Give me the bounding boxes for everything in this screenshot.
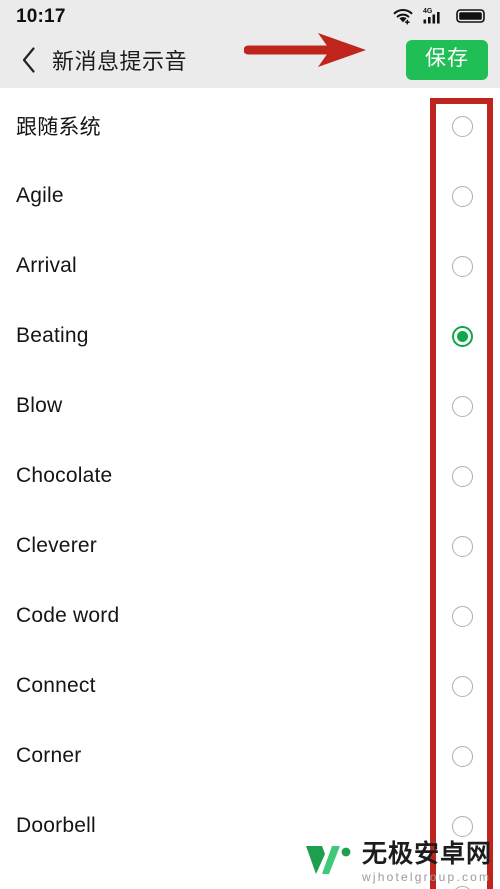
status-time: 10:17 <box>16 5 66 27</box>
radio-button[interactable] <box>452 255 473 277</box>
list-item-label: Chocolate <box>16 464 113 487</box>
list-item-label: Connect <box>16 674 96 697</box>
list-item-label: Cleverer <box>16 534 97 557</box>
radio-button[interactable] <box>452 885 473 889</box>
app-bar: 新消息提示音 保存 <box>0 32 500 88</box>
phone-screen: 10:17 4G 新消息提示音 保存 跟随系统 Agile Arrival Be… <box>0 0 500 889</box>
list-item[interactable]: Connect <box>0 651 500 721</box>
radio-button[interactable] <box>452 465 473 487</box>
chevron-left-icon <box>21 46 37 74</box>
save-button[interactable]: 保存 <box>406 40 488 80</box>
radio-button[interactable] <box>452 535 473 557</box>
list-item-label: 跟随系统 <box>16 116 101 139</box>
radio-button[interactable] <box>452 605 473 627</box>
radio-button[interactable] <box>452 745 473 767</box>
list-item-label: Arrival <box>16 254 77 277</box>
status-bar: 10:17 4G <box>0 0 500 32</box>
ringtone-list[interactable]: 跟随系统 Agile Arrival Beating Blow Chocolate Clev… <box>0 88 500 889</box>
list-item[interactable]: Corner <box>0 721 500 791</box>
list-item-label: Blow <box>16 394 63 417</box>
signal-4g-icon: 4G <box>423 6 447 26</box>
page-title: 新消息提示音 <box>52 49 188 74</box>
wifi-icon <box>392 7 414 25</box>
radio-button[interactable] <box>452 675 473 697</box>
list-item-label: Beating <box>16 324 89 347</box>
radio-button[interactable] <box>452 185 473 207</box>
list-item-label: Doorbell <box>16 814 96 837</box>
radio-button[interactable] <box>452 815 473 837</box>
radio-button[interactable] <box>452 115 473 137</box>
list-item[interactable]: Beating <box>0 301 500 371</box>
list-item-label: Agile <box>16 184 64 207</box>
radio-button-selected[interactable] <box>452 325 473 347</box>
list-item-label: Code word <box>16 604 120 627</box>
list-item[interactable]: Doorbell <box>0 791 500 861</box>
radio-button[interactable] <box>452 395 473 417</box>
battery-icon <box>456 8 486 24</box>
status-icons: 4G <box>392 6 486 26</box>
list-item[interactable]: Cleverer <box>0 511 500 581</box>
svg-text:4G: 4G <box>423 8 433 15</box>
list-item[interactable]: Arrival <box>0 231 500 301</box>
back-button[interactable] <box>14 43 44 77</box>
list-item[interactable]: Code word <box>0 581 500 651</box>
list-item[interactable] <box>0 861 500 889</box>
list-item-label: Corner <box>16 744 82 767</box>
list-item[interactable]: Blow <box>0 371 500 441</box>
list-item[interactable]: Agile <box>0 161 500 231</box>
list-item[interactable]: 跟随系统 <box>0 91 500 161</box>
list-item[interactable]: Chocolate <box>0 441 500 511</box>
